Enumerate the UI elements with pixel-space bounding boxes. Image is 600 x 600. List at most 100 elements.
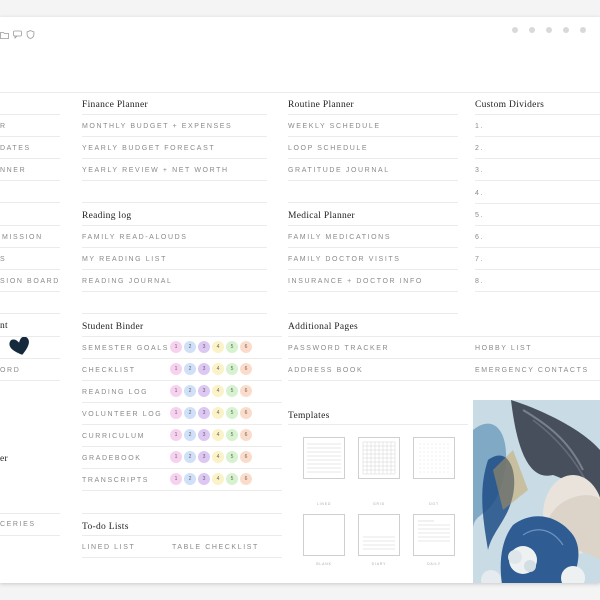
divider-item[interactable]: 3. [475, 167, 484, 174]
priority-bubble[interactable]: 1 [170, 363, 182, 375]
page-dot[interactable] [512, 27, 518, 33]
priority-bubble[interactable]: 2 [184, 407, 196, 419]
priority-bubble[interactable]: 1 [170, 407, 182, 419]
priority-bubble[interactable]: 1 [170, 341, 182, 353]
priority-bubble[interactable]: 5 [226, 363, 238, 375]
folder-icon[interactable] [0, 26, 9, 39]
finance-item[interactable]: YEARLY REVIEW + NET WORTH [82, 167, 229, 174]
priority-bubble[interactable]: 4 [212, 385, 224, 397]
priority-bubble[interactable]: 6 [240, 429, 252, 441]
student-item[interactable]: TRANSCRIPTS [82, 477, 149, 484]
priority-bubble[interactable]: 2 [184, 451, 196, 463]
priority-bubble[interactable]: 4 [212, 473, 224, 485]
col0-item[interactable]: DATES [0, 145, 31, 152]
page-dot[interactable] [580, 27, 586, 33]
priority-bubble[interactable]: 6 [240, 407, 252, 419]
template-lined[interactable] [303, 437, 345, 479]
priority-bubble[interactable]: 4 [212, 341, 224, 353]
priority-bubble[interactable]: 1 [170, 451, 182, 463]
routine-item[interactable]: WEEKLY SCHEDULE [288, 123, 381, 130]
priority-bubble[interactable]: 4 [212, 451, 224, 463]
priority-bubble[interactable]: 6 [240, 473, 252, 485]
priority-bubble[interactable]: 3 [198, 473, 210, 485]
priority-bubble[interactable]: 1 [170, 429, 182, 441]
student-item[interactable]: GRADEBOOK [82, 455, 142, 462]
priority-bubble[interactable]: 3 [198, 363, 210, 375]
student-item[interactable]: READING LOG [82, 389, 148, 396]
routine-item[interactable]: GRATITUDE JOURNAL [288, 167, 390, 174]
reading-item[interactable]: MY READING LIST [82, 256, 167, 263]
col0-item[interactable]: ORD [0, 367, 20, 374]
priority-bubble[interactable]: 4 [212, 363, 224, 375]
finance-item[interactable]: MONTHLY BUDGET + EXPENSES [82, 123, 232, 130]
additional-item[interactable]: PASSWORD TRACKER [288, 345, 389, 352]
priority-bubble[interactable]: 6 [240, 385, 252, 397]
col0-item[interactable]: MISSION [2, 234, 43, 241]
divider-item[interactable]: 2. [475, 145, 484, 152]
priority-bubble[interactable]: 3 [198, 451, 210, 463]
medical-item[interactable]: INSURANCE + DOCTOR INFO [288, 278, 423, 285]
template-dot[interactable] [413, 437, 455, 479]
student-item[interactable]: CURRICULUM [82, 433, 145, 440]
divider-item[interactable]: 5. [475, 212, 484, 219]
template-diary[interactable] [358, 514, 400, 556]
template-grid[interactable] [358, 437, 400, 479]
divider-item[interactable]: 8. [475, 278, 484, 285]
priority-bubble[interactable]: 5 [226, 473, 238, 485]
medical-item[interactable]: FAMILY DOCTOR VISITS [288, 256, 401, 263]
chat-icon[interactable] [13, 26, 22, 39]
priority-bubble[interactable]: 2 [184, 385, 196, 397]
student-item[interactable]: CHECKLIST [82, 367, 136, 374]
col0-item[interactable]: S [0, 256, 6, 263]
page-dot[interactable] [529, 27, 535, 33]
reading-item[interactable]: FAMILY READ-ALOUDS [82, 234, 188, 241]
priority-bubble[interactable]: 3 [198, 341, 210, 353]
page-dot[interactable] [546, 27, 552, 33]
priority-bubble[interactable]: 5 [226, 407, 238, 419]
template-daily[interactable] [413, 514, 455, 556]
finance-item[interactable]: YEARLY BUDGET FORECAST [82, 145, 215, 152]
divider-item[interactable]: 6. [475, 234, 484, 241]
additional-item[interactable]: ADDRESS BOOK [288, 367, 363, 374]
reading-item[interactable]: READING JOURNAL [82, 278, 173, 285]
divider [288, 136, 458, 137]
priority-bubble[interactable]: 5 [226, 429, 238, 441]
col0-item[interactable]: CERIES [0, 521, 36, 528]
priority-bubble[interactable]: 2 [184, 363, 196, 375]
priority-bubble[interactable]: 6 [240, 341, 252, 353]
template-blank[interactable] [303, 514, 345, 556]
medical-item[interactable]: FAMILY MEDICATIONS [288, 234, 391, 241]
page-dot[interactable] [563, 27, 569, 33]
priority-bubble[interactable]: 3 [198, 385, 210, 397]
priority-bubble[interactable]: 5 [226, 451, 238, 463]
todo-item[interactable]: LINED LIST [82, 544, 135, 551]
divider-item[interactable]: 1. [475, 123, 484, 130]
priority-bubble[interactable]: 1 [170, 385, 182, 397]
col0-item[interactable]: NNER [0, 167, 26, 174]
col0-item[interactable]: R [0, 123, 7, 130]
divider [288, 313, 458, 314]
priority-bubble[interactable]: 3 [198, 429, 210, 441]
priority-bubble[interactable]: 2 [184, 429, 196, 441]
additional-item[interactable]: HOBBY LIST [475, 345, 532, 352]
priority-bubble[interactable]: 5 [226, 341, 238, 353]
priority-bubble[interactable]: 4 [212, 407, 224, 419]
student-item[interactable]: VOLUNTEER LOG [82, 411, 162, 418]
divider-item[interactable]: 4. [475, 190, 484, 197]
priority-bubble[interactable]: 5 [226, 385, 238, 397]
priority-bubble[interactable]: 2 [184, 473, 196, 485]
priority-bubble[interactable]: 2 [184, 341, 196, 353]
priority-bubble[interactable]: 1 [170, 473, 182, 485]
todo-item[interactable]: TABLE CHECKLIST [172, 544, 259, 551]
shield-icon[interactable] [26, 26, 35, 39]
priority-bubble[interactable]: 4 [212, 429, 224, 441]
divider [82, 358, 282, 359]
priority-bubble[interactable]: 6 [240, 451, 252, 463]
additional-item[interactable]: EMERGENCY CONTACTS [475, 367, 589, 374]
priority-bubble[interactable]: 6 [240, 363, 252, 375]
col0-item[interactable]: SION BOARD [0, 278, 60, 285]
routine-item[interactable]: LOOP SCHEDULE [288, 145, 368, 152]
divider-item[interactable]: 7. [475, 256, 484, 263]
student-item[interactable]: SEMESTER GOALS [82, 345, 169, 352]
priority-bubble[interactable]: 3 [198, 407, 210, 419]
